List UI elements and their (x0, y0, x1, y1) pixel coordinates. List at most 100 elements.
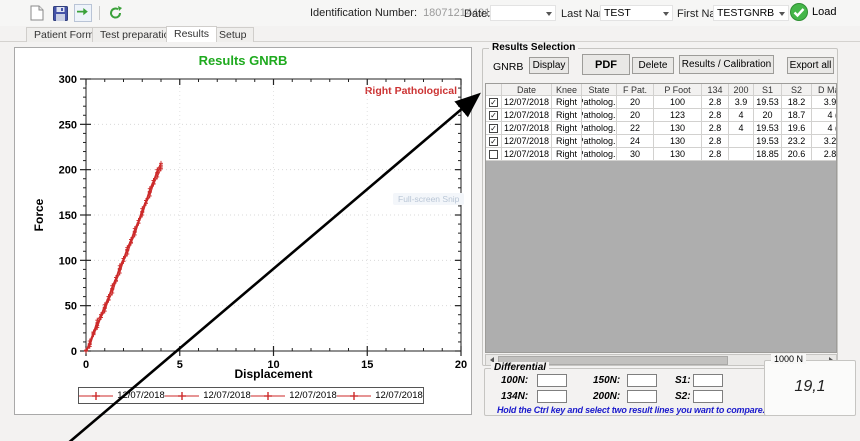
results-calibration-button[interactable]: Results / Calibration (679, 55, 774, 74)
last-name-combobox[interactable]: TEST (600, 5, 673, 21)
table-cell: ✓ (486, 96, 502, 109)
toolbar: Identification Number: 180712144919 Date… (0, 0, 860, 26)
table-cell: Right (552, 109, 582, 122)
svg-text:50: 50 (65, 301, 77, 313)
column-header[interactable]: 134 (702, 84, 729, 96)
table-cell: 19.53 (754, 135, 782, 148)
differential-panel: Differential 100N: 150N: S1: 134N: 200N:… (484, 368, 768, 416)
field-s2-input[interactable] (693, 390, 723, 403)
table-cell: 4 (729, 122, 754, 135)
table-cell: 30 (617, 148, 654, 161)
table-cell: 2.8 (702, 135, 729, 148)
tab-patient-form[interactable]: Patient Form (26, 27, 102, 42)
new-document-icon[interactable] (28, 4, 46, 22)
first-name-value: TESTGNRB (717, 7, 774, 19)
export-all-button[interactable]: Export all (787, 57, 834, 74)
field-150n-input[interactable] (627, 374, 657, 387)
legend-marker-icon (337, 391, 371, 401)
table-cell: 19.6 (782, 122, 812, 135)
table-cell: ✓ (486, 122, 502, 135)
table-cell: ✓ (486, 109, 502, 122)
watermark-text: Full-screen Snip (393, 193, 464, 205)
table-cell: Patholog... (582, 122, 617, 135)
table-cell: 130 (654, 148, 702, 161)
column-header[interactable] (486, 84, 502, 96)
field-100n-input[interactable] (537, 374, 567, 387)
column-header[interactable]: S2 (782, 84, 812, 96)
tab-setup[interactable]: Setup (211, 27, 254, 42)
table-cell (486, 148, 502, 161)
table-cell: 130 (654, 135, 702, 148)
table-row[interactable]: ✓12/07/2018RightPatholog...201232.842018… (486, 109, 837, 122)
field-200n-input[interactable] (627, 390, 657, 403)
pdf-button[interactable]: PDF (582, 54, 630, 75)
table-cell: Right (552, 122, 582, 135)
y-axis-label: Force (32, 185, 46, 245)
save-icon[interactable] (51, 4, 69, 22)
chart-panel: Results GNRB Right Pathological 05101520… (14, 47, 472, 415)
table-row[interactable]: ✓12/07/2018RightPatholog...201002.83.919… (486, 96, 837, 109)
legend-item: 12/07/2018 (79, 390, 165, 401)
table-row[interactable]: 12/07/2018RightPatholog...301302.818.852… (486, 148, 837, 161)
row-checkbox[interactable]: ✓ (489, 111, 498, 120)
results-selection-panel: Results Selection GNRB Display PDF Delet… (482, 48, 838, 366)
table-row[interactable]: ✓12/07/2018RightPatholog...241302.819.53… (486, 135, 837, 148)
table-cell: 3.2 ( 150 (812, 135, 837, 148)
table-cell: 20 (754, 109, 782, 122)
column-header[interactable]: P Foot (654, 84, 702, 96)
chevron-down-icon (546, 12, 552, 16)
column-header[interactable]: State (582, 84, 617, 96)
transfer-icon[interactable] (74, 4, 92, 22)
table-cell: 12/07/2018 (502, 122, 552, 135)
legend-marker-icon (251, 391, 285, 401)
table-cell: 2.8 (702, 122, 729, 135)
refresh-icon[interactable] (107, 4, 125, 22)
table-cell: Patholog... (582, 96, 617, 109)
force-box-title: 1000 N (771, 354, 806, 364)
gnrb-label: GNRB (493, 61, 523, 73)
table-cell: Patholog... (582, 109, 617, 122)
tab-bar: Patient Form Test preparation Results Se… (0, 26, 860, 42)
tab-results[interactable]: Results (166, 26, 217, 42)
table-cell: 4 ( 200 (812, 122, 837, 135)
field-s1-label: S1: (675, 375, 691, 386)
display-button[interactable]: Display (529, 57, 569, 74)
chart-legend: 12/07/201812/07/201812/07/201812/07/2018 (78, 387, 424, 404)
check-circle-icon (790, 3, 808, 21)
load-button[interactable]: Load (790, 3, 836, 21)
row-checkbox[interactable]: ✓ (489, 98, 498, 107)
column-header[interactable]: F Pat. (617, 84, 654, 96)
column-header[interactable]: S1 (754, 84, 782, 96)
table-cell: 130 (654, 122, 702, 135)
column-header[interactable]: Date (502, 84, 552, 96)
table-cell: Right (552, 148, 582, 161)
table-empty-area (485, 161, 837, 353)
table-cell: 12/07/2018 (502, 135, 552, 148)
table-cell: 3.9 (729, 96, 754, 109)
identification-number-label: Identification Number: (310, 7, 417, 19)
svg-text:150: 150 (59, 210, 77, 222)
first-name-combobox[interactable]: TESTGNRB (713, 5, 789, 21)
force-displacement-chart: 05101520050100150200250300 (15, 64, 473, 370)
field-134n-input[interactable] (537, 390, 567, 403)
legend-label: 12/07/2018 (289, 390, 337, 401)
table-cell: 100 (654, 96, 702, 109)
row-checkbox[interactable]: ✓ (489, 137, 498, 146)
column-header[interactable]: 200 (729, 84, 754, 96)
delete-button[interactable]: Delete (632, 57, 674, 74)
row-checkbox[interactable] (489, 150, 498, 159)
force-box-value: 19,1 (765, 378, 855, 396)
table-cell: ✓ (486, 135, 502, 148)
column-header[interactable]: Knee (552, 84, 582, 96)
table-row[interactable]: ✓12/07/2018RightPatholog...221302.8419.5… (486, 122, 837, 135)
svg-text:300: 300 (59, 74, 77, 86)
table-cell: 20 (617, 109, 654, 122)
field-s1-input[interactable] (693, 374, 723, 387)
column-header[interactable]: D Max (F M (812, 84, 837, 96)
legend-label: 12/07/2018 (203, 390, 251, 401)
row-checkbox[interactable]: ✓ (489, 124, 498, 133)
force-1000n-panel: 1000 N 19,1 (764, 360, 856, 416)
legend-marker-icon (165, 391, 199, 401)
table-cell: 3.9 ( 200 (812, 96, 837, 109)
date-combobox[interactable] (490, 5, 556, 21)
